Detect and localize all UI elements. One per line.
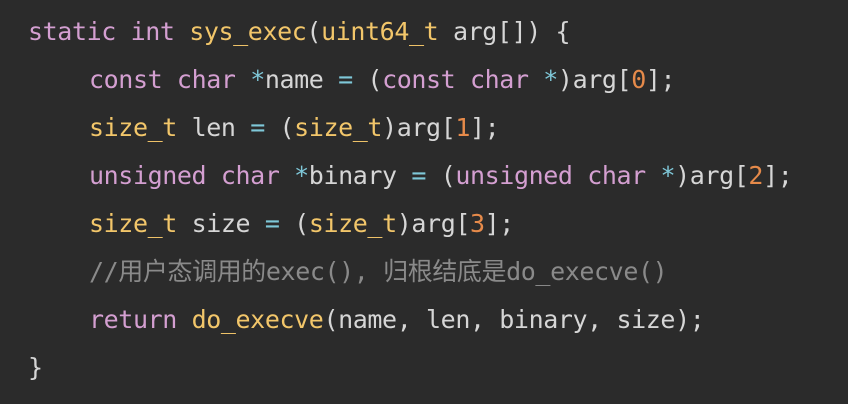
code-line-7: return do_execve(name, len, binary, size… bbox=[89, 300, 705, 340]
keyword-unsigned: unsigned bbox=[89, 161, 207, 190]
statement-end: ]; bbox=[645, 65, 676, 94]
function-call-name: do_execve bbox=[191, 305, 324, 334]
call-args: (name, len, binary, size); bbox=[323, 305, 705, 334]
cast-open: ( bbox=[294, 209, 309, 238]
keyword-char: char bbox=[587, 161, 646, 190]
statement-end: ]; bbox=[484, 209, 515, 238]
code-line-5: size_t size = (size_t)arg[3]; bbox=[89, 204, 514, 244]
code-line-6: //用户态调用的exec(), 归根结底是do_execve() bbox=[89, 252, 668, 292]
param-type: uint64_t bbox=[321, 17, 439, 46]
var-binary: binary bbox=[308, 161, 397, 190]
code-comment: //用户态调用的exec(), 归根结底是do_execve() bbox=[89, 257, 668, 286]
array-access: arg[ bbox=[396, 113, 456, 142]
keyword-int: int bbox=[130, 17, 175, 46]
closing-brace: } bbox=[28, 353, 43, 382]
type-size_t: size_t bbox=[89, 113, 177, 142]
pointer-star: * bbox=[543, 65, 558, 94]
cast-close: ) bbox=[557, 65, 573, 94]
array-access: arg[ bbox=[689, 161, 749, 190]
assign-op: = bbox=[338, 65, 353, 94]
code-line-1: static int sys_exec(uint64_t arg[]) { bbox=[28, 12, 571, 52]
index-number: 2 bbox=[748, 161, 764, 190]
statement-end: ]; bbox=[763, 161, 793, 190]
function-name: sys_exec bbox=[189, 17, 307, 46]
array-access: arg[ bbox=[411, 209, 470, 238]
pointer-star: * bbox=[250, 65, 265, 94]
brackets: [] bbox=[496, 17, 527, 46]
assign-op: = bbox=[411, 161, 427, 190]
code-line-4: unsigned char *binary = (unsigned char *… bbox=[89, 156, 793, 196]
type-size_t: size_t bbox=[294, 113, 383, 142]
cast-open: ( bbox=[279, 113, 295, 142]
keyword-char: char bbox=[176, 65, 236, 94]
keyword-char: char bbox=[220, 161, 280, 190]
cast-close: ) bbox=[675, 161, 690, 190]
index-number: 0 bbox=[631, 65, 646, 94]
index-number: 1 bbox=[455, 113, 471, 142]
keyword-const: const bbox=[382, 65, 456, 94]
var-size: size bbox=[191, 209, 251, 238]
index-number: 3 bbox=[470, 209, 485, 238]
code-line-3: size_t len = (size_t)arg[1]; bbox=[89, 108, 500, 148]
pointer-star: * bbox=[294, 161, 309, 190]
type-size_t: size_t bbox=[89, 209, 177, 238]
cast-close: ) bbox=[382, 113, 397, 142]
cast-open: ( bbox=[367, 65, 383, 94]
cast-close: ) bbox=[396, 209, 412, 238]
keyword-const: const bbox=[89, 65, 163, 94]
type-size_t: size_t bbox=[308, 209, 397, 238]
keyword-return: return bbox=[89, 305, 177, 334]
code-line-8: } bbox=[28, 348, 43, 388]
close-paren-brace: ) { bbox=[526, 17, 571, 46]
var-name: name bbox=[264, 65, 324, 94]
open-paren: ( bbox=[306, 17, 322, 46]
param-name: arg bbox=[452, 17, 497, 46]
keyword-char: char bbox=[470, 65, 529, 94]
array-access: arg[ bbox=[572, 65, 632, 94]
keyword-unsigned: unsigned bbox=[455, 161, 573, 190]
keyword-static: static bbox=[28, 17, 116, 46]
code-line-2: const char *name = (const char *)arg[0]; bbox=[89, 60, 676, 100]
pointer-star: * bbox=[660, 161, 676, 190]
assign-op: = bbox=[264, 209, 280, 238]
code-editor: static int sys_exec(uint64_t arg[]) { co… bbox=[0, 0, 848, 404]
assign-op: = bbox=[250, 113, 265, 142]
statement-end: ]; bbox=[470, 113, 500, 142]
var-len: len bbox=[191, 113, 236, 142]
cast-open: ( bbox=[440, 161, 456, 190]
